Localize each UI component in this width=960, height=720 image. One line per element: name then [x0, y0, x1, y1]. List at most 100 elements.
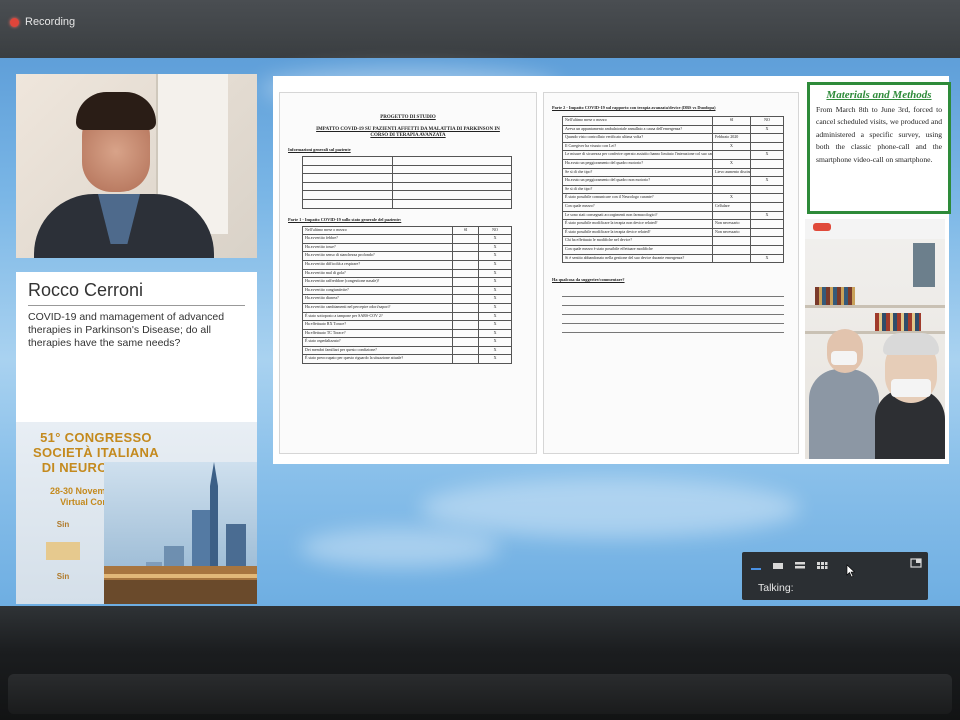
- question-cell: Dei membri familiari per questo condizio…: [302, 345, 453, 356]
- answer-no-cell: [750, 184, 784, 195]
- answer-no-cell: X: [750, 124, 784, 135]
- question-cell: Se sì di che tipo?: [562, 167, 713, 178]
- question-cell: Aveva un appuntamento ambulatoriale annu…: [562, 124, 713, 135]
- table-row: Ha avvertito mal di gola? X: [302, 268, 512, 279]
- table-row: Ha avvertito difficoltà a respirare? X: [302, 259, 512, 270]
- answer-si-cell: Lievo aumento discinesie ma non problema…: [712, 167, 751, 178]
- table-row: Se sì di che tipo?Lievo aumento discines…: [562, 167, 784, 178]
- speaker-name: Rocco Cerroni: [28, 280, 245, 306]
- gallery-view-icon[interactable]: [816, 561, 828, 571]
- speaker-name-card: Rocco Cerroni COVID-19 and mamagement of…: [16, 272, 257, 422]
- table-row: Il Caregiver ha vissuto con Lei? X: [562, 141, 784, 152]
- table-row: È stato possibile modificare la terapia …: [562, 227, 784, 238]
- table-row: Ha avvertito congiuntivite? X: [302, 285, 512, 296]
- table-row: Ha avvertito cambiamenti nel percepire o…: [302, 302, 512, 313]
- sin-logo: Sin: [56, 520, 70, 529]
- person-left: [809, 369, 879, 459]
- presentation-stage: Rocco Cerroni COVID-19 and mamagement of…: [0, 58, 960, 606]
- speaker-hair: [76, 92, 156, 130]
- video-call-photo: [805, 219, 945, 459]
- question-cell: Le misure di sicurezza per conferire ope…: [562, 150, 713, 160]
- col-header-no: NO: [750, 116, 784, 126]
- recording-label: Recording: [25, 16, 76, 28]
- answer-cell: X: [478, 337, 512, 347]
- answer-no-cell: [750, 236, 784, 246]
- answer-cell: X: [478, 345, 512, 356]
- materials-methods-body: From March 8th to June 3rd, forced to ca…: [816, 105, 942, 164]
- answer-no-cell: X: [750, 176, 784, 186]
- sin-logo-small: Sin: [56, 572, 70, 581]
- answer-cell: X: [478, 285, 512, 296]
- question-cell: È stato possibile comunicare con il Neur…: [562, 193, 713, 203]
- book-logo-icon: [46, 542, 80, 560]
- doc1-title1: PROGETTO DI STUDIO: [380, 115, 436, 120]
- table-row: Quando visto controllato verificato ulti…: [562, 133, 784, 143]
- table-row: Ha avvertito diarrea? X: [302, 294, 512, 304]
- answer-cell: X: [478, 311, 512, 322]
- table-row: Le sono stati consegnati accorgimenti no…: [562, 210, 784, 221]
- answer-si-cell: [712, 184, 751, 195]
- table-row: Ha effettuato RX Torace? X: [302, 320, 512, 330]
- table-row: Ha effettuato TC Torace? X: [302, 328, 512, 339]
- talk-title: COVID-19 and mamagement of advanced ther…: [28, 311, 225, 349]
- question-cell: Ha avvertito congiuntivite?: [302, 285, 453, 296]
- face-mask: [891, 379, 931, 397]
- congress-banner: 51° CONGRESSO SOCIETÀ ITALIANA DI NEUROL…: [16, 422, 257, 604]
- laptop-base: [8, 674, 952, 714]
- answer-cell: X: [478, 320, 512, 330]
- col-header-no: NO: [478, 225, 512, 236]
- answer-si-cell: Febbraio 2020: [712, 133, 751, 143]
- question-cell: Ha effettuato TC Torace?: [302, 328, 453, 339]
- recording-dot-icon: [10, 17, 19, 27]
- patient-info-table: [302, 156, 512, 209]
- answer-cell: X: [478, 354, 512, 365]
- doc1-title3: CORSO DI TERAPIA AVANZATA: [370, 133, 446, 138]
- table-row: Con quale mezzo è stato possibile effett…: [562, 244, 784, 255]
- doc1-info-header: Informazioni generali sul paziente: [288, 147, 351, 152]
- minimize-icon[interactable]: [750, 561, 762, 571]
- device-impact-table: Nell'ultimo mese o mezzo SI NO Aveva un …: [562, 116, 784, 264]
- question-cell: Se sì di che tipo?: [562, 184, 713, 195]
- question-cell: Ha avvertito diarrea?: [302, 294, 453, 304]
- answer-cell: X: [478, 328, 512, 339]
- answer-no-cell: [750, 133, 784, 143]
- table-row: Chi ha effettuato le modifiche nel devic…: [562, 236, 784, 246]
- answer-cell: X: [478, 259, 512, 270]
- face-mask: [831, 351, 857, 365]
- answer-si-cell: Cellulare: [712, 201, 751, 212]
- question-cell: Ha avvertito difficoltà a respirare?: [302, 259, 453, 270]
- answer-cell: X: [478, 268, 512, 279]
- answer-cell: X: [478, 302, 512, 313]
- answer-cell: X: [478, 242, 512, 253]
- congress-title-line1: 51° CONGRESSO: [40, 430, 152, 445]
- exit-fullscreen-icon[interactable]: [910, 558, 922, 568]
- congress-title-line2: SOCIETÀ ITALIANA: [33, 445, 159, 460]
- table-row: È stato possibile modificare la terapia …: [562, 219, 784, 229]
- answer-si-cell: [712, 124, 751, 135]
- col-header-si: SI: [712, 116, 751, 126]
- doc1-section1: Parte 1 - Impatto COVID-19 sullo stato g…: [288, 216, 402, 222]
- question-cell: Si è sentito abbandonato nella gestione …: [562, 253, 713, 264]
- speaker-video-tile[interactable]: [16, 74, 257, 258]
- question-cell: Quando visto controllato verificato ulti…: [562, 133, 713, 143]
- answer-si-cell: [712, 150, 751, 160]
- question-cell: Le sono stati consegnati accorgimenti no…: [562, 210, 713, 221]
- table-row: Ha avvertito febbre? X: [302, 234, 512, 244]
- table-row: Aveva un appuntamento ambulatoriale annu…: [562, 124, 784, 135]
- speaker-view-icon[interactable]: [772, 561, 784, 571]
- strip-view-icon[interactable]: [794, 561, 806, 571]
- question-cell: È stato preoccupato per questo riguardo …: [302, 354, 453, 365]
- table-row: Ha avvertito senso di stanchezza profond…: [302, 251, 512, 261]
- answer-no-cell: [750, 193, 784, 203]
- question-cell: Ha avuto un peggioramento del quadro mot…: [562, 158, 713, 169]
- table-row: Ha avvertito raffreddore (congestione na…: [302, 277, 512, 287]
- table-row: È stato sottoposto a tampone per SARS-CO…: [302, 311, 512, 322]
- doc2-section2: Parte 2 - Impatto COVID-19 sul rapporto …: [552, 105, 716, 110]
- question-cell: Ha avvertito febbre?: [302, 234, 453, 244]
- question-cell: Ha avvertito mal di gola?: [302, 268, 453, 279]
- table-row: È stato ospedalizzato? X: [302, 337, 512, 347]
- answer-si-cell: [712, 210, 751, 221]
- answer-no-cell: [750, 167, 784, 178]
- col-header-question: Nell'ultimo mese o mezzo: [302, 225, 453, 236]
- answer-cell: X: [478, 234, 512, 244]
